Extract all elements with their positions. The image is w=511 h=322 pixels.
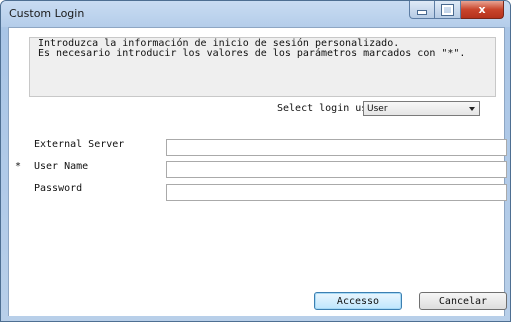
password-label: Password <box>34 183 83 194</box>
caption-buttons: x <box>409 1 504 20</box>
login-user-selected: User <box>367 104 388 114</box>
external-server-label: External Server <box>34 139 125 150</box>
close-button[interactable]: x <box>461 1 504 19</box>
password-input[interactable] <box>166 184 507 201</box>
accept-button[interactable]: Accesso <box>314 292 402 310</box>
window-title: Custom Login <box>9 7 85 20</box>
minimize-button[interactable] <box>409 1 435 19</box>
info-panel: Introduzca la información de inicio de s… <box>29 37 496 97</box>
window-frame-bottom <box>1 316 510 321</box>
maximize-icon <box>441 3 454 16</box>
info-line-2: Es necesario introducir los valores de l… <box>38 48 466 59</box>
dialog-body: Introduzca la información de inicio de s… <box>8 27 507 318</box>
external-server-input[interactable] <box>166 139 507 156</box>
custom-login-window: Custom Login x Introduzca la información… <box>0 0 511 322</box>
user-name-input[interactable] <box>166 161 507 178</box>
login-user-select[interactable]: User <box>363 101 480 116</box>
user-name-label: User Name <box>34 161 89 172</box>
chevron-down-icon <box>469 107 475 111</box>
title-bar[interactable]: Custom Login x <box>1 1 510 27</box>
cancel-button[interactable]: Cancelar <box>419 292 507 310</box>
minimize-icon <box>417 10 427 15</box>
maximize-button[interactable] <box>435 1 461 19</box>
required-marker: * <box>15 161 22 172</box>
close-icon: x <box>478 3 486 16</box>
